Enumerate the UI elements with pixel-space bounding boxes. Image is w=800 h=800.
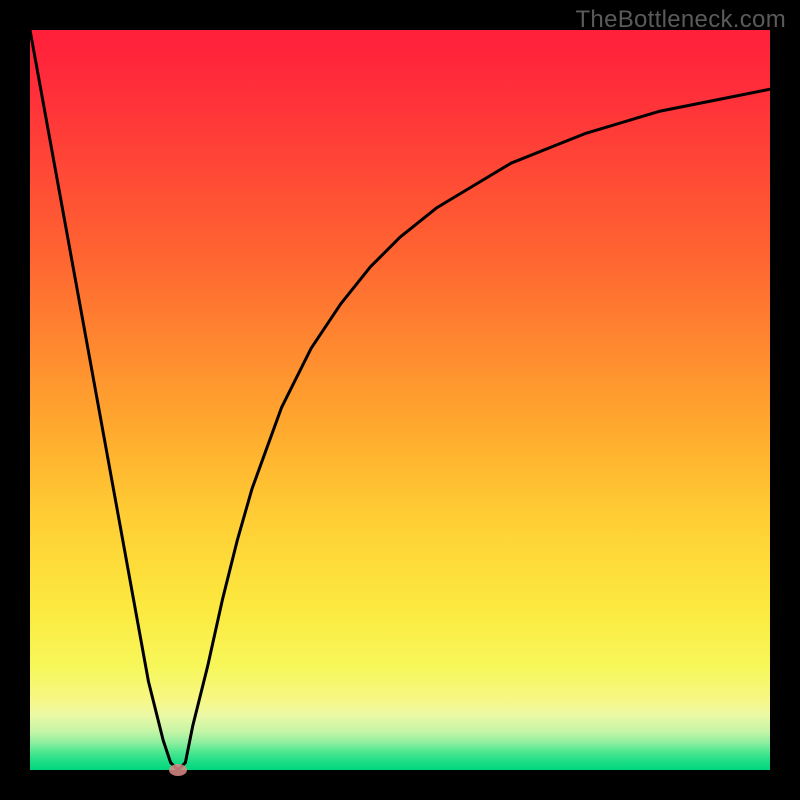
curve-path <box>30 30 770 770</box>
bottleneck-curve <box>30 30 770 770</box>
watermark-text: TheBottleneck.com <box>575 6 786 34</box>
minimum-marker <box>169 764 187 776</box>
chart-frame: TheBottleneck.com <box>0 0 800 800</box>
plot-area <box>30 30 770 770</box>
